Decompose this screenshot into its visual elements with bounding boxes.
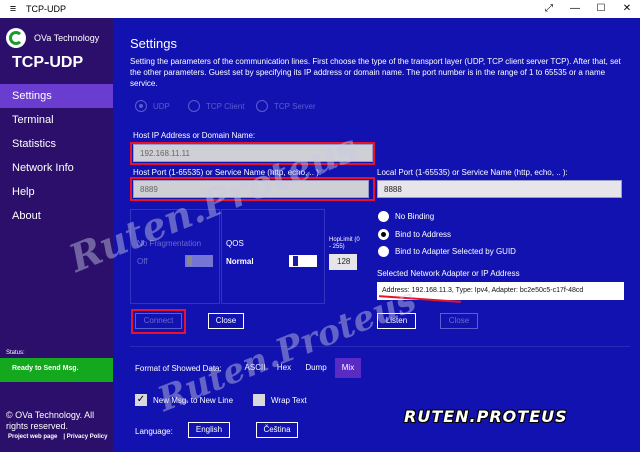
qos-value: Normal: [226, 257, 254, 266]
format-dump[interactable]: Dump: [303, 358, 329, 378]
local-port-input[interactable]: 8888: [377, 180, 622, 198]
page-title: Settings: [130, 36, 177, 51]
no-fragmentation-toggle[interactable]: [185, 255, 213, 267]
host-port-label: Host Port (1-65535) or Service Name (htt…: [133, 168, 322, 177]
nav-item-network-info[interactable]: Network Info: [0, 156, 113, 180]
format-hex[interactable]: Hex: [274, 358, 294, 378]
wrap-text-checkbox[interactable]: Wrap Text: [253, 394, 307, 406]
qos-toggle[interactable]: [289, 255, 317, 267]
status-badge: Ready to Send Msg.: [0, 358, 113, 382]
radio-bind-address-label: Bind to Address: [395, 230, 452, 239]
close-button[interactable]: ✕: [614, 0, 640, 18]
restore-icon[interactable]: ⤢: [536, 0, 562, 18]
radio-icon: [378, 211, 389, 222]
radio-icon: [378, 246, 389, 257]
checkmark-icon: ✓: [135, 394, 147, 406]
no-fragmentation-label: No Fragmentation: [137, 239, 202, 248]
minimize-button[interactable]: —: [562, 0, 588, 18]
company-logo-icon: [6, 28, 26, 48]
close-connection-button[interactable]: Close: [208, 313, 244, 329]
radio-bind-adapter[interactable]: Bind to Adapter Selected by GUID: [378, 246, 516, 257]
radio-bind-address[interactable]: Bind to Address: [378, 229, 451, 240]
status-label: Status:: [6, 350, 25, 356]
radio-icon: [188, 100, 200, 112]
company-name: OVa Technology: [34, 33, 100, 43]
host-ip-label: Host IP Address or Domain Name:: [133, 131, 256, 140]
nav-item-help[interactable]: Help: [0, 180, 113, 204]
nav-item-settings[interactable]: Settings: [0, 84, 113, 108]
nav-item-statistics[interactable]: Statistics: [0, 132, 113, 156]
format-label: Format of Showed Data:: [135, 364, 222, 373]
radio-icon: [135, 100, 147, 112]
highlight-box: [130, 177, 375, 201]
radio-selected-icon: [378, 229, 389, 240]
czech-button[interactable]: Čeština: [256, 422, 298, 438]
radio-tcp-client-label: TCP Client: [206, 101, 245, 111]
language-label: Language:: [135, 427, 173, 436]
app-name: TCP-UDP: [12, 54, 84, 71]
maximize-button[interactable]: ☐: [588, 0, 614, 18]
menu-icon[interactable]: ≡: [0, 3, 26, 15]
footer-links: Project web page | Privacy Policy: [8, 434, 108, 440]
radio-udp-label: UDP: [153, 101, 170, 111]
hop-limit-label: HopLimit (0 - 255): [329, 237, 360, 250]
radio-icon: [256, 100, 268, 112]
local-port-label: Local Port (1-65535) or Service Name (ht…: [377, 168, 568, 177]
radio-udp[interactable]: UDP: [135, 100, 170, 112]
wrap-text-label: Wrap Text: [271, 395, 307, 405]
new-msg-label: New Msg. to New Line: [153, 395, 234, 405]
close-listen-button[interactable]: Close: [440, 313, 478, 329]
adapter-label: Selected Network Adapter or IP Address: [377, 269, 520, 278]
connect-button[interactable]: Connect: [135, 313, 182, 329]
radio-no-binding[interactable]: No Binding: [378, 211, 434, 222]
highlight-box: [130, 142, 375, 165]
privacy-policy-link[interactable]: Privacy Policy: [67, 434, 108, 440]
radio-tcp-server[interactable]: TCP Server: [256, 100, 316, 112]
settings-description: Setting the parameters of the communicat…: [130, 57, 621, 88]
sidebar: OVa Technology TCP-UDP Settings Terminal…: [0, 18, 113, 452]
window-title: TCP-UDP: [26, 4, 66, 14]
format-ascii[interactable]: ASCII: [242, 358, 268, 378]
title-bar: ≡ TCP-UDP ⤢ — ☐ ✕: [0, 0, 640, 18]
radio-tcp-client[interactable]: TCP Client: [188, 100, 245, 112]
brand: OVa Technology: [6, 28, 99, 48]
listen-button[interactable]: Listen: [377, 313, 416, 329]
format-mix[interactable]: Mix: [335, 358, 361, 378]
english-button[interactable]: English: [188, 422, 230, 438]
nav-item-about[interactable]: About: [0, 204, 113, 228]
copyright-text: © OVa Technology. All rights reserved.: [6, 410, 95, 431]
divider: [130, 346, 630, 347]
radio-no-binding-label: No Binding: [395, 212, 435, 221]
radio-bind-adapter-label: Bind to Adapter Selected by GUID: [395, 247, 516, 256]
no-fragmentation-value: Off: [137, 257, 148, 266]
qos-label: QOS: [226, 239, 244, 248]
checkbox-empty-icon: [253, 394, 265, 406]
settings-panel: Settings Setting the parameters of the c…: [113, 18, 640, 452]
project-web-page-link[interactable]: Project web page: [8, 434, 57, 440]
hop-limit-input[interactable]: 128: [329, 254, 357, 270]
new-msg-checkbox[interactable]: ✓ New Msg. to New Line: [135, 394, 233, 406]
nav-item-terminal[interactable]: Terminal: [0, 108, 113, 132]
radio-tcp-server-label: TCP Server: [274, 101, 316, 111]
watermark-stamp: RUTEN.PROTEUS: [404, 407, 568, 426]
nav-list: Settings Terminal Statistics Network Inf…: [0, 84, 113, 228]
